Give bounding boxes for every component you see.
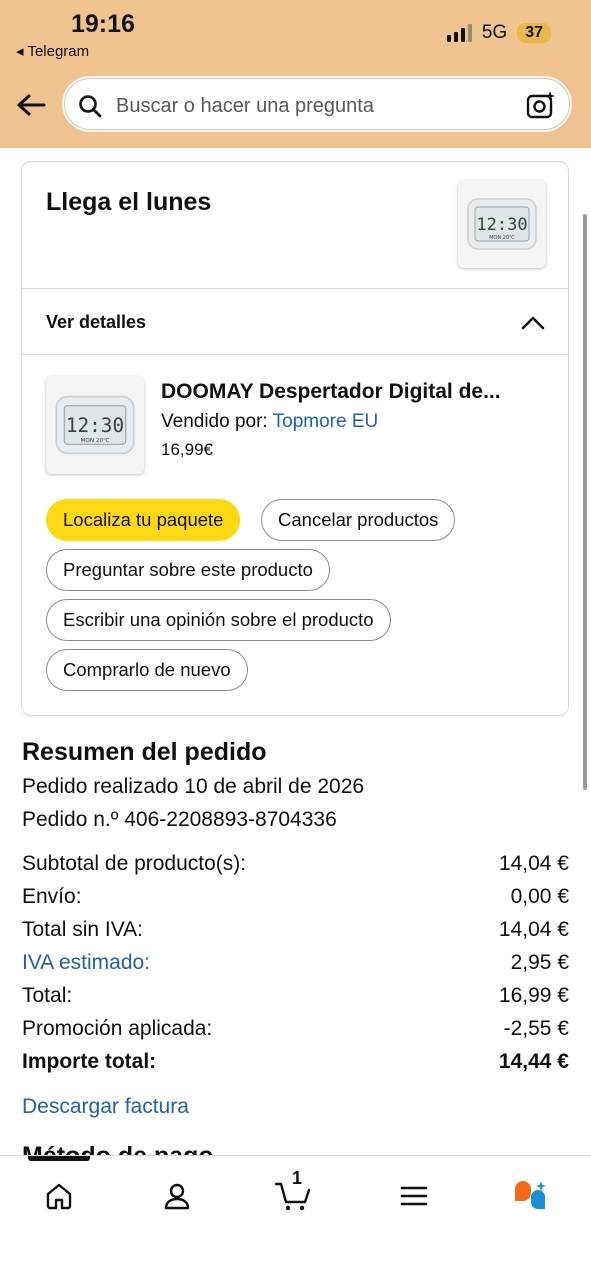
- row-value: 14,44 €: [498, 1050, 569, 1073]
- divider: [22, 354, 568, 355]
- active-tab-indicator: [28, 1156, 90, 1161]
- summary-row-subtotal: Subtotal de producto(s): 14,04 €: [22, 852, 569, 876]
- row-label: Importe total:: [22, 1050, 157, 1073]
- row-value: 2,95 €: [510, 951, 569, 974]
- row-value: 14,04 €: [498, 852, 569, 875]
- summary-row-shipping: Envío: 0,00 €: [22, 885, 569, 909]
- cancel-products-button[interactable]: Cancelar productos: [261, 499, 456, 541]
- summary-row-grand-total: Importe total: 14,44 €: [22, 1050, 569, 1074]
- back-to-app-link[interactable]: ◂ Telegram: [16, 42, 89, 60]
- nav-account[interactable]: [157, 1176, 197, 1216]
- bottom-nav: 1: [0, 1155, 591, 1281]
- divider: [22, 288, 568, 289]
- row-value: -2,55 €: [503, 1017, 569, 1040]
- order-date: Pedido realizado 10 de abril de 2026: [22, 775, 365, 798]
- search-icon: [79, 95, 102, 118]
- chevron-up-icon[interactable]: [520, 310, 546, 336]
- write-review-button[interactable]: Escribir una opinión sobre el producto: [46, 599, 391, 641]
- network-type: 5G: [481, 22, 508, 43]
- seller-label: Vendido por:: [161, 411, 268, 432]
- payment-method-heading: Método de pago: [22, 1142, 214, 1155]
- status-indicators: 5G 37: [446, 22, 551, 44]
- camera-sparkle-icon[interactable]: [526, 90, 556, 120]
- scrollbar[interactable]: [583, 214, 587, 790]
- back-app-label: Telegram: [27, 43, 90, 60]
- ask-product-button[interactable]: Preguntar sobre este producto: [46, 549, 330, 591]
- menu-icon: [400, 1186, 428, 1206]
- row-value: 16,99 €: [498, 984, 569, 1007]
- row-label: Total:: [22, 984, 73, 1007]
- header: 19:16 ◂ Telegram 5G 37: [0, 0, 591, 148]
- summary-row-promotion: Promoción aplicada: -2,55 €: [22, 1017, 569, 1041]
- product-thumbnail[interactable]: 12:30 MON 20℃: [458, 180, 546, 268]
- row-label: Promoción aplicada:: [22, 1017, 213, 1040]
- view-details-toggle[interactable]: Ver detalles: [46, 312, 146, 333]
- arrow-left-icon: [17, 94, 46, 116]
- svg-text:12:30: 12:30: [476, 215, 527, 235]
- seller-line: Vendido por: Topmore EU: [161, 411, 378, 433]
- signal-icon: [446, 24, 472, 42]
- user-icon: [164, 1183, 190, 1210]
- svg-text:12:30: 12:30: [66, 414, 124, 437]
- status-time: 19:16: [71, 10, 135, 38]
- summary-row-total: Total: 16,99 €: [22, 984, 569, 1008]
- arrival-heading: Llega el lunes: [46, 188, 212, 216]
- row-value: 0,00 €: [510, 885, 569, 908]
- alarm-clock-image: 12:30 MON 20℃: [55, 395, 135, 455]
- back-button[interactable]: [14, 88, 48, 122]
- svg-text:MON 20℃: MON 20℃: [489, 235, 515, 241]
- battery-level: 37: [517, 23, 551, 43]
- row-label: Subtotal de producto(s):: [22, 852, 247, 875]
- svg-text:MON 20℃: MON 20℃: [81, 437, 111, 444]
- summary-row-vat: IVA estimado: 2,95 €: [22, 951, 569, 975]
- order-number: Pedido n.º 406-2208893-8704336: [22, 808, 337, 831]
- nav-assistant[interactable]: [510, 1176, 550, 1216]
- assistant-icon: [515, 1181, 546, 1209]
- order-summary-title: Resumen del pedido: [22, 738, 267, 766]
- row-label: Total sin IVA:: [22, 918, 143, 941]
- product-title[interactable]: DOOMAY Despertador Digital de...: [161, 380, 541, 404]
- row-value: 14,04 €: [498, 918, 569, 941]
- search-input[interactable]: [114, 90, 518, 122]
- cart-count-badge: 1: [292, 1168, 303, 1188]
- home-icon: [46, 1183, 72, 1210]
- nav-menu[interactable]: [394, 1176, 434, 1216]
- buy-again-button[interactable]: Comprarlo de nuevo: [46, 649, 248, 691]
- nav-home[interactable]: [39, 1176, 79, 1216]
- track-package-button[interactable]: Localiza tu paquete: [46, 499, 241, 541]
- download-invoice-link[interactable]: Descargar factura: [22, 1095, 189, 1119]
- delivery-card: Llega el lunes 12:30 MON 20℃ Ver detalle…: [21, 161, 569, 716]
- estimated-vat-link[interactable]: IVA estimado:: [22, 951, 150, 975]
- search-bar[interactable]: [62, 76, 572, 132]
- row-label: Envío:: [22, 885, 82, 908]
- product-price: 16,99€: [161, 440, 213, 459]
- alarm-clock-image: 12:30 MON 20℃: [467, 198, 537, 250]
- product-image[interactable]: 12:30 MON 20℃: [46, 376, 144, 474]
- summary-row-total-without-vat: Total sin IVA: 14,04 €: [22, 918, 569, 942]
- seller-link[interactable]: Topmore EU: [273, 411, 379, 432]
